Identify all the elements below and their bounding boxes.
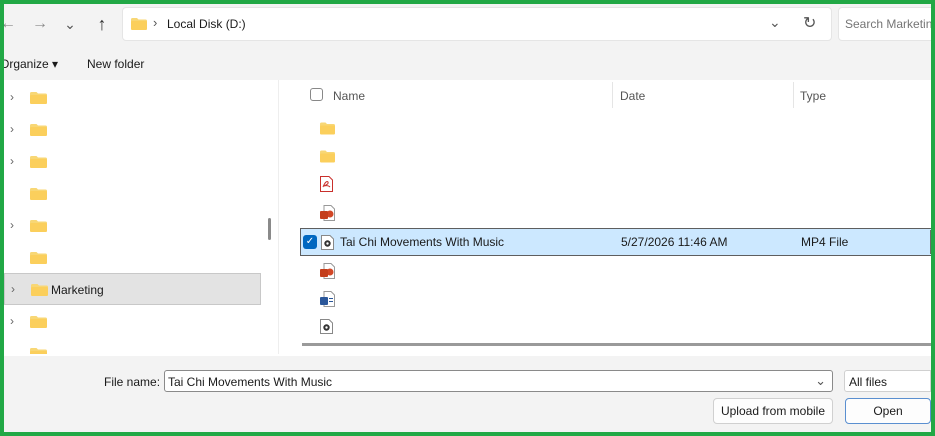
file-type-select[interactable]: All files [844, 370, 931, 392]
open-button[interactable]: Open [845, 398, 931, 424]
folder-icon [30, 188, 47, 200]
file-type-value: All files [849, 375, 888, 389]
select-all-checkbox[interactable] [310, 88, 323, 101]
refresh-icon[interactable]: ↻ [803, 13, 816, 33]
folder-icon [30, 156, 47, 168]
navigation-pane-scrollbar[interactable] [268, 218, 271, 240]
tree-item-label: Marketing [51, 283, 104, 297]
expand-chevron-icon[interactable]: › [10, 314, 14, 328]
tree-item[interactable]: › [4, 82, 266, 114]
back-arrow-icon[interactable]: ← [4, 12, 20, 36]
file-open-dialog: ← → ⌄ ↑ › Local Disk (D:) ⌄ ↻ Organize ▾… [0, 0, 935, 436]
sort-indicator-icon: ˇ [698, 80, 702, 87]
folder-icon [131, 18, 147, 30]
folder-icon [30, 220, 47, 232]
file-row[interactable] [286, 142, 931, 170]
file-row[interactable] [286, 285, 931, 313]
folder-icon [30, 316, 47, 328]
column-divider[interactable] [793, 82, 794, 108]
search-input[interactable] [839, 8, 931, 40]
file-list: ˇ Name Date Type ✓ Tai Chi Movements Wit… [286, 80, 931, 350]
dialog-footer: File name: Tai Chi Movements With Music … [4, 356, 931, 432]
horizontal-scrollbar[interactable] [302, 343, 931, 346]
folder-icon [31, 284, 48, 296]
command-bar: Organize ▾ New folder [4, 48, 931, 80]
file-date: 5/27/2026 11:46 AM [621, 235, 728, 249]
tree-item-marketing[interactable]: › Marketing [4, 273, 261, 305]
file-name-dropdown-icon[interactable]: ⌄ [815, 373, 826, 389]
folder-icon [30, 348, 47, 354]
expand-chevron-icon[interactable]: › [10, 154, 14, 168]
file-row-selected[interactable]: ✓ Tai Chi Movements With Music 5/27/2026… [300, 228, 931, 256]
file-name-label: File name: [104, 375, 161, 389]
search-box[interactable] [838, 7, 931, 41]
tree-item[interactable]: › [4, 114, 266, 146]
upload-from-mobile-button[interactable]: Upload from mobile [713, 398, 833, 424]
breadcrumb-separator-icon: › [153, 15, 158, 30]
new-folder-button[interactable]: New folder [87, 57, 144, 71]
expand-chevron-icon[interactable]: › [10, 122, 14, 136]
recent-locations-chevron-icon[interactable]: ⌄ [58, 12, 82, 36]
folder-icon [320, 122, 335, 135]
tree-item[interactable]: › [4, 306, 266, 338]
navigation-pane: › › › › › Marketing › [4, 80, 266, 354]
organize-button[interactable]: Organize ▾ [4, 57, 58, 71]
file-row[interactable] [286, 199, 931, 227]
expand-chevron-icon[interactable]: › [10, 218, 14, 232]
pane-divider[interactable] [278, 80, 279, 354]
video-file-icon [321, 235, 334, 250]
column-divider[interactable] [612, 82, 613, 108]
folder-icon [30, 252, 47, 264]
expand-chevron-icon[interactable]: › [10, 90, 14, 104]
tree-item[interactable]: › [4, 210, 266, 242]
word-icon [320, 291, 335, 307]
powerpoint-icon [320, 205, 335, 221]
tree-item[interactable] [4, 338, 266, 354]
expand-chevron-icon[interactable]: › [11, 282, 15, 296]
file-row[interactable] [286, 257, 931, 285]
folder-icon [30, 92, 47, 104]
file-name-value[interactable]: Tai Chi Movements With Music [168, 375, 332, 389]
folder-icon [30, 124, 47, 136]
up-arrow-icon[interactable]: ↑ [90, 12, 114, 36]
powerpoint-icon [320, 263, 335, 279]
scrollbar-edge[interactable] [930, 230, 931, 254]
video-file-icon [320, 319, 333, 334]
forward-arrow-icon[interactable]: → [28, 12, 52, 36]
tree-item[interactable]: › [4, 146, 266, 178]
breadcrumb-local-disk-d[interactable]: Local Disk (D:) [167, 17, 246, 31]
navigation-bar: ← → ⌄ ↑ › Local Disk (D:) ⌄ ↻ [4, 4, 931, 48]
folder-icon [320, 150, 335, 163]
pdf-icon [320, 176, 333, 192]
address-dropdown-icon[interactable]: ⌄ [769, 14, 781, 31]
row-checkbox-checked[interactable]: ✓ [303, 235, 317, 249]
address-bar[interactable]: › Local Disk (D:) ⌄ ↻ [122, 7, 832, 41]
file-name: Tai Chi Movements With Music [340, 235, 505, 249]
tree-item[interactable] [4, 242, 266, 274]
file-name-input[interactable]: Tai Chi Movements With Music ⌄ [164, 370, 833, 392]
file-row[interactable] [286, 170, 931, 198]
file-row[interactable] [286, 313, 931, 341]
file-type: MP4 File [801, 235, 849, 249]
tree-item[interactable] [4, 178, 266, 210]
file-row[interactable] [286, 114, 931, 142]
